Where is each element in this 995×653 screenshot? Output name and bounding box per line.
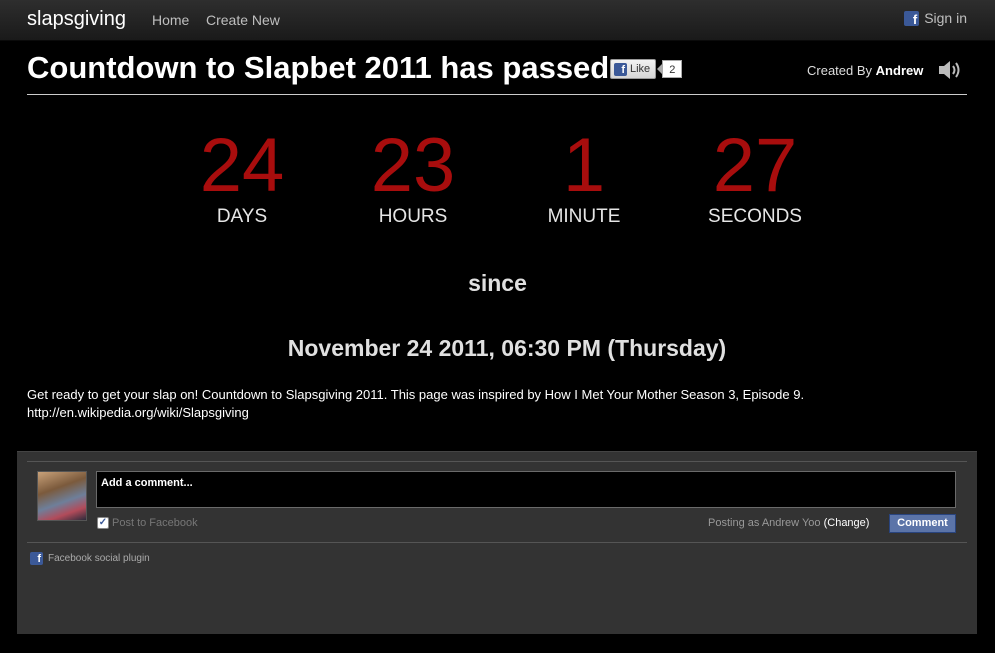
posting-as: Posting as Andrew Yoo (Change) xyxy=(708,517,869,529)
speaker-icon[interactable] xyxy=(937,57,963,83)
change-user-link[interactable]: (Change) xyxy=(824,517,870,529)
countdown-days: 24 DAYS xyxy=(157,128,327,228)
comments-plugin: Add a comment... ✓ Post to Facebook Post… xyxy=(17,451,977,634)
plugin-label: Facebook social plugin xyxy=(48,553,150,564)
countdown-days-value: 24 xyxy=(199,123,285,208)
nav-create-new-link[interactable]: Create New xyxy=(206,12,280,28)
comment-input[interactable]: Add a comment... xyxy=(96,471,956,508)
target-date: November 24 2011, 06:30 PM (Thursday) xyxy=(287,335,727,361)
countdown-hours: 23 HOURS xyxy=(328,128,498,228)
creator-name-link[interactable]: Andrew xyxy=(876,63,924,78)
posting-as-label: Posting as Andrew Yoo xyxy=(708,517,821,529)
facebook-like-widget: f Like 2 xyxy=(610,59,683,79)
facebook-social-plugin[interactable]: f Facebook social plugin xyxy=(30,552,150,565)
comments-divider-bottom xyxy=(27,542,967,543)
header-divider xyxy=(27,94,967,95)
countdown-hours-label: HOURS xyxy=(378,206,448,227)
wikipedia-link[interactable]: http://en.wikipedia.org/wiki/Slapsgiving xyxy=(27,404,927,422)
top-nav-bar: slapsgiving Home Create New f Sign in xyxy=(0,0,995,41)
post-to-facebook-label: Post to Facebook xyxy=(112,517,198,529)
avatar xyxy=(37,471,87,521)
created-by-prefix: Created By xyxy=(807,63,873,78)
created-by: Created By Andrew xyxy=(807,63,923,78)
facebook-icon: f xyxy=(30,552,43,565)
like-label: Like xyxy=(630,63,651,75)
countdown-seconds: 27 SECONDS xyxy=(670,128,840,228)
sign-in-link[interactable]: f Sign in xyxy=(904,10,967,27)
countdown-minutes: 1 MINUTE xyxy=(499,128,669,228)
facebook-icon: f xyxy=(614,62,627,76)
since-label: since xyxy=(468,270,527,296)
description-text: Get ready to get your slap on! Countdown… xyxy=(27,387,805,402)
countdown-hours-value: 23 xyxy=(370,123,456,208)
sign-in-label: Sign in xyxy=(924,10,967,26)
comment-button[interactable]: Comment xyxy=(889,514,956,533)
like-count: 2 xyxy=(657,60,683,78)
countdown-seconds-label: SECONDS xyxy=(708,206,802,227)
brand-logo[interactable]: slapsgiving xyxy=(27,8,126,31)
description: Get ready to get your slap on! Countdown… xyxy=(27,386,927,422)
countdown-days-label: DAYS xyxy=(216,206,268,227)
countdown-minutes-value: 1 xyxy=(562,123,606,208)
like-button[interactable]: f Like xyxy=(610,59,657,79)
page-title: Countdown to Slapbet 2011 has passed xyxy=(27,50,610,85)
facebook-icon: f xyxy=(904,10,920,27)
comments-divider-top xyxy=(27,461,967,462)
nav-home-link[interactable]: Home xyxy=(152,12,189,28)
countdown-minutes-label: MINUTE xyxy=(547,206,621,227)
post-to-facebook-option[interactable]: ✓ Post to Facebook xyxy=(97,517,198,529)
countdown-seconds-value: 27 xyxy=(712,123,798,208)
post-to-facebook-checkbox[interactable]: ✓ xyxy=(97,517,109,529)
